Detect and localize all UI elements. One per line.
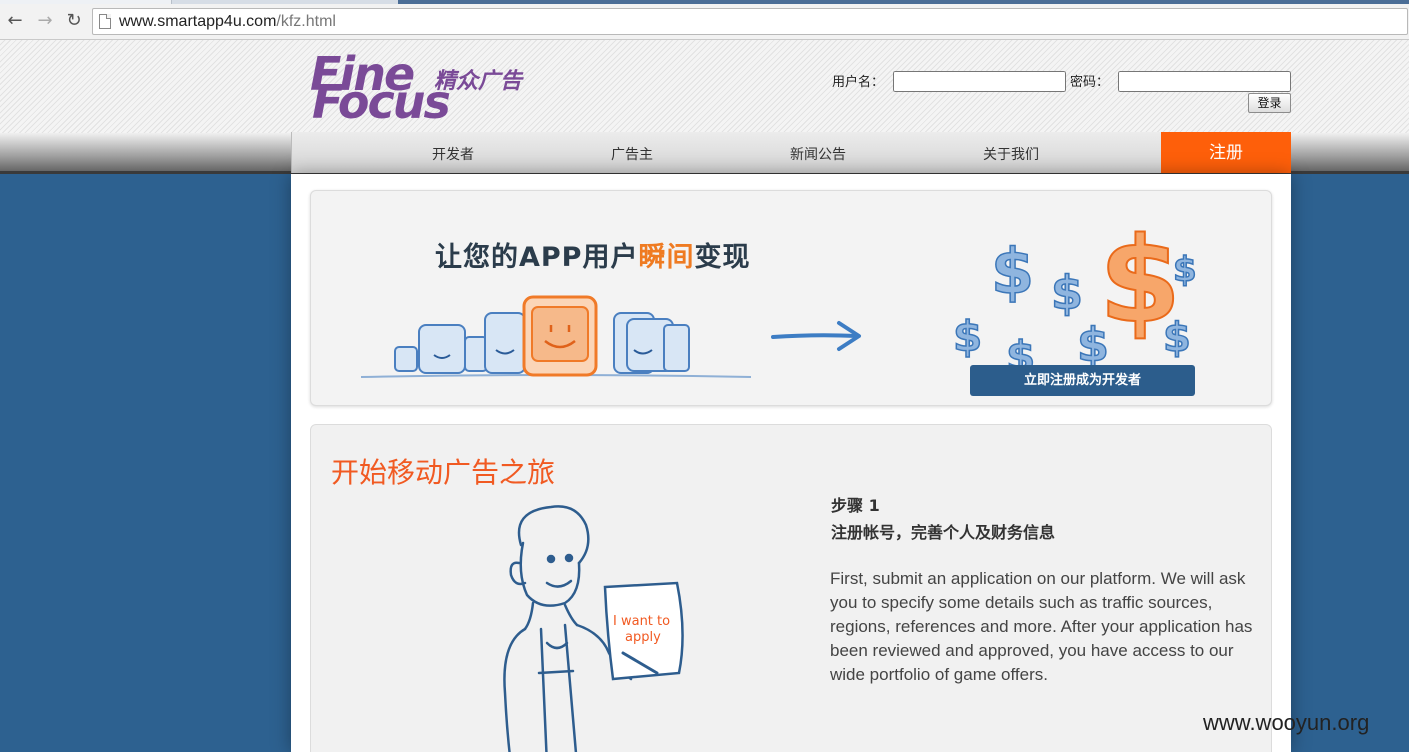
reload-icon[interactable]: ↻ (63, 10, 85, 32)
logo[interactable]: Fine Focus 精众广告 (310, 47, 550, 129)
logo-focus: Focus (312, 75, 451, 129)
step-label: 步骤 1 (831, 496, 880, 515)
svg-text:$: $ (991, 235, 1034, 308)
login-button[interactable]: 登录 (1248, 93, 1291, 113)
arrow-icon (771, 321, 861, 351)
svg-text:$: $ (1099, 211, 1181, 349)
main-nav: 开发者 广告主 新闻公告 关于我们 (291, 132, 1291, 173)
main-content: 让您的APP用户瞬间变现 $ $ $ $ $ $ $ $ 立即注册成为开发者 开… (291, 174, 1291, 752)
banner-slogan: 让您的APP用户瞬间变现 (435, 242, 751, 273)
svg-text:$: $ (953, 312, 982, 361)
logo-cn: 精众广告 (434, 69, 523, 94)
url-text: www.smartapp4u.com/kfz.html (119, 13, 336, 30)
forward-arrow-icon[interactable]: → (34, 10, 56, 32)
site-header: Fine Focus 精众广告 用户名： 密码： (0, 40, 1409, 133)
username-label: 用户名： (832, 75, 885, 90)
step-title: 注册帐号，完善个人及财务信息 (831, 523, 1056, 542)
nav-advertiser[interactable]: 广告主 (611, 144, 653, 164)
man-with-sign-illustration: I want to apply (503, 505, 684, 752)
tab-strip (0, 0, 1409, 4)
journey-panel: 开始移动广告之旅 I want to apply 步骤 1 注册帐号，完善个人及… (310, 424, 1272, 752)
journey-title: 开始移动广告之旅 (331, 456, 556, 489)
app-icons-illustration (360, 295, 752, 378)
password-label: 密码： (1070, 75, 1110, 90)
nav-news[interactable]: 新闻公告 (790, 144, 846, 164)
address-bar[interactable]: www.smartapp4u.com/kfz.html (92, 8, 1408, 35)
svg-text:$: $ (1006, 332, 1035, 365)
watermark: www.wooyun.org (1203, 710, 1370, 735)
dollar-signs-illustration: $ $ $ $ $ $ $ $ (952, 211, 1197, 365)
register-button[interactable]: 注册 (1161, 132, 1291, 173)
svg-text:$: $ (1051, 266, 1083, 320)
promo-banner: 让您的APP用户瞬间变现 $ $ $ $ $ $ $ $ 立即注册成为开发者 (310, 190, 1272, 406)
browser-toolbar: ← → ↻ www.smartapp4u.com/kfz.html (0, 0, 1409, 40)
step-heading: 步骤 1 注册帐号，完善个人及财务信息 (831, 492, 1055, 546)
username-input[interactable] (893, 71, 1066, 92)
register-developer-button[interactable]: 立即注册成为开发者 (970, 365, 1195, 396)
sign-text-line-2: apply (625, 630, 661, 645)
nav-developer[interactable]: 开发者 (432, 144, 474, 164)
page-icon (99, 14, 111, 29)
back-arrow-icon[interactable]: ← (4, 10, 26, 32)
step-description: First, submit an application on our plat… (830, 569, 1253, 684)
sign-text-line-1: I want to (613, 614, 670, 629)
nav-about[interactable]: 关于我们 (983, 144, 1039, 164)
password-input[interactable] (1118, 71, 1291, 92)
